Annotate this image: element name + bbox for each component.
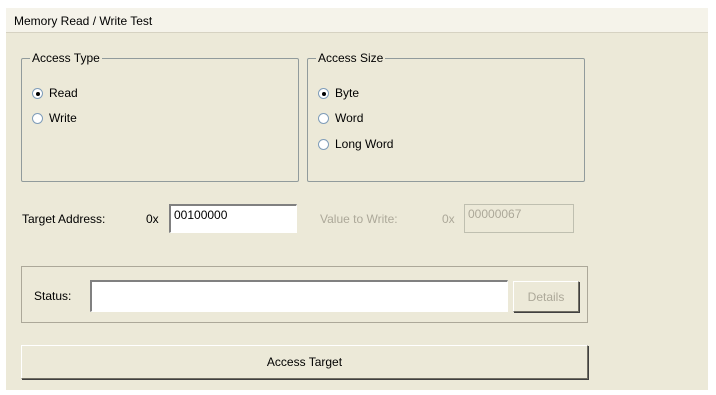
radio-byte-label: Byte <box>335 86 360 100</box>
target-address-prefix: 0x <box>146 212 159 226</box>
radio-word-label: Word <box>335 111 364 125</box>
tab-label: Memory Read / Write Test <box>14 14 153 28</box>
radio-read-indicator[interactable] <box>32 87 43 99</box>
target-address-label: Target Address: <box>22 212 106 226</box>
status-label: Status: <box>34 289 72 303</box>
radio-read[interactable]: Read <box>32 84 78 102</box>
radio-long-word[interactable]: Long Word <box>318 135 393 153</box>
radio-word[interactable]: Word <box>318 109 363 127</box>
radio-write-label: Write <box>49 111 77 125</box>
tab-memory-read-write[interactable]: Memory Read / Write Test <box>6 8 708 33</box>
target-address-input[interactable]: 00100000 <box>169 204 297 233</box>
radio-long-word-label: Long Word <box>335 137 394 151</box>
details-button[interactable]: Details <box>513 281 579 312</box>
radio-word-indicator[interactable] <box>318 112 329 124</box>
access-target-button[interactable]: Access Target <box>21 345 588 379</box>
value-to-write-label: Value to Write: <box>320 212 398 226</box>
access-type-legend: Access Type <box>32 51 100 65</box>
access-size-group: Access Size Byte Word Long Word <box>307 52 585 182</box>
radio-long-word-indicator[interactable] <box>318 138 329 150</box>
dialog-background: Memory Read / Write Test Access Type Rea… <box>0 0 716 395</box>
radio-write-indicator[interactable] <box>32 112 43 124</box>
status-field[interactable] <box>90 280 508 312</box>
access-size-legend: Access Size <box>318 51 384 65</box>
radio-write[interactable]: Write <box>32 109 77 127</box>
access-type-group: Access Type Read Write <box>21 52 299 182</box>
radio-byte[interactable]: Byte <box>318 84 359 102</box>
value-to-write-prefix: 0x <box>442 212 455 226</box>
value-to-write-input[interactable]: 00000067 <box>464 204 574 233</box>
radio-read-label: Read <box>49 86 78 100</box>
radio-byte-indicator[interactable] <box>318 87 329 99</box>
